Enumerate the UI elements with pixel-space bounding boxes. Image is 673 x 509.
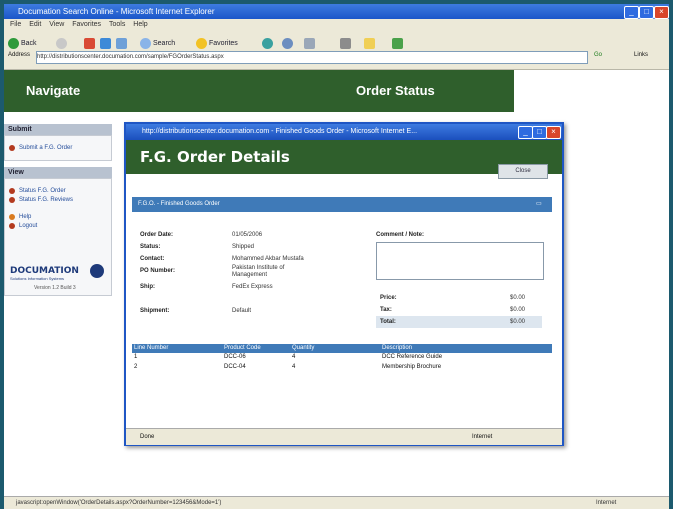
popup-heading: F.G. Order Details	[140, 148, 290, 166]
logout-icon	[9, 223, 15, 229]
documation-logo: DOCUMATION Solutions Information Systems…	[10, 264, 106, 292]
folder-icon	[364, 37, 375, 49]
search-icon	[140, 37, 151, 49]
field-label-status: Status:	[140, 244, 161, 250]
column-header-line: Line Number	[134, 345, 169, 351]
media-icon	[262, 37, 273, 49]
menu-favorites[interactable]: Favorites	[72, 21, 101, 28]
column-header-product: Product Code	[224, 345, 261, 351]
section-header: F.G.O. - Finished Goods Order ▭	[132, 197, 552, 212]
bullet-icon	[9, 145, 15, 151]
popup-title: http://distributionscenter.documation.co…	[142, 128, 418, 135]
sidebar-item-status-reviews[interactable]: Status F.G. Reviews	[5, 196, 111, 205]
browser-title-bar: Documation Search Online - Microsoft Int…	[4, 4, 669, 19]
help-icon	[9, 214, 15, 220]
sidebar-item-help[interactable]: Help	[5, 213, 111, 222]
bullet-icon	[9, 197, 15, 203]
stop-icon	[84, 37, 95, 49]
go-button[interactable]: Go	[594, 52, 602, 58]
items-table-header: Line Number Product Code Quantity Descri…	[132, 344, 552, 353]
popup-status-done: Done	[140, 434, 155, 440]
close-button[interactable]: Close	[498, 164, 548, 179]
comments-label: Comment / Note:	[376, 232, 424, 238]
status-text: javascript:openWindow('OrderDetails.aspx…	[16, 500, 222, 506]
star-icon	[196, 37, 207, 49]
field-value-shipment: Default	[232, 308, 252, 314]
messenger-icon	[392, 37, 403, 49]
table-row: 1 DCC-06 4 DCC Reference Guide	[134, 354, 443, 360]
table-row: 2 DCC-04 4 Membership Brochure	[134, 364, 442, 370]
field-value-order-date: 01/05/2006	[232, 232, 263, 238]
page-banner: Navigate Order Status	[4, 70, 514, 112]
forward-arrow-icon	[56, 37, 67, 49]
sidebar-view-header: View	[4, 167, 112, 178]
menu-view[interactable]: View	[49, 21, 64, 28]
nav-title: Navigate	[26, 83, 81, 98]
totals-box: Price: $0.00 Tax: $0.00 Total: $0.00	[376, 292, 542, 330]
maximize-button[interactable]: □	[639, 6, 654, 19]
logo-subtitle: Solutions Information Systems	[10, 276, 65, 281]
links-button[interactable]: Links	[634, 52, 648, 58]
sidebar-submit-header: Submit	[4, 124, 112, 135]
printer-icon	[340, 37, 351, 49]
mail-icon	[304, 37, 315, 49]
browser-title: Documation Search Online - Microsoft Int…	[18, 7, 215, 16]
menu-tools[interactable]: Tools	[109, 21, 125, 28]
total-row-tax: Tax: $0.00	[380, 307, 526, 313]
column-header-quantity: Quantity	[292, 345, 315, 351]
sidebar-item-submit-order[interactable]: Submit a F.G. Order	[5, 144, 111, 153]
menu-file[interactable]: File	[10, 21, 21, 28]
address-input[interactable]: http://distributionscenter.documation.co…	[36, 51, 588, 64]
back-arrow-icon	[8, 37, 19, 49]
popup-maximize-button[interactable]: □	[532, 126, 547, 139]
close-window-button[interactable]: ×	[654, 6, 669, 19]
field-value-status: Shipped	[232, 244, 255, 250]
field-value-po-number: Pakistan Institute of Management	[232, 265, 285, 278]
menu-bar: File Edit View Favorites Tools Help	[4, 19, 669, 31]
status-zone: Internet	[596, 500, 617, 506]
menu-help[interactable]: Help	[133, 21, 147, 28]
page-title: Order Status	[356, 83, 435, 98]
popup-status-bar: Done Internet	[126, 428, 562, 445]
sidebar-item-status-order[interactable]: Status F.G. Order	[5, 187, 111, 196]
field-label-ship: Ship:	[140, 284, 155, 290]
refresh-icon	[100, 37, 111, 49]
section-title: F.G.O. - Finished Goods Order	[138, 201, 220, 207]
total-row-price: Price: $0.00	[380, 295, 526, 301]
field-value-ship: FedEx Express	[232, 284, 273, 290]
column-header-description: Description	[382, 345, 413, 351]
total-row-total: Total: $0.00	[376, 316, 542, 328]
browser-status-bar: javascript:openWindow('OrderDetails.aspx…	[4, 496, 669, 509]
field-label-order-date: Order Date:	[140, 232, 174, 238]
browser-window: Documation Search Online - Microsoft Int…	[4, 4, 669, 509]
browser-toolbar: Back Search Favorites Address http://dis…	[4, 31, 669, 70]
field-value-contact: Mohammed Akbar Mustafa	[232, 256, 304, 262]
popup-status-zone: Internet	[472, 434, 493, 440]
sidebar-item-logout[interactable]: Logout	[5, 222, 111, 231]
history-icon	[282, 37, 293, 49]
popup-header: F.G. Order Details	[126, 140, 562, 174]
bullet-icon	[9, 188, 15, 194]
field-label-contact: Contact:	[140, 256, 165, 262]
field-label-po-number: PO Number:	[140, 268, 176, 274]
popup-minimize-button[interactable]: _	[518, 126, 533, 139]
comments-textarea[interactable]	[376, 242, 544, 280]
field-label-shipment: Shipment:	[140, 308, 170, 314]
order-details-popup: http://distributionscenter.documation.co…	[124, 122, 564, 446]
popup-title-bar: http://distributionscenter.documation.co…	[126, 124, 562, 140]
address-bar: Address http://distributionscenter.docum…	[4, 49, 669, 66]
minimize-button[interactable]: _	[624, 6, 639, 19]
collapse-icon[interactable]: ▭	[536, 197, 542, 212]
address-label: Address	[8, 52, 31, 58]
popup-close-window-button[interactable]: ×	[546, 126, 561, 139]
order-fields: Order Date: 01/05/2006 Status: Shipped C…	[140, 232, 370, 342]
version-label: Version 1.2 Build 3	[34, 285, 76, 291]
home-icon	[116, 37, 127, 49]
sidebar-submit-box: Submit a F.G. Order	[4, 135, 112, 161]
logo-globe-icon	[90, 264, 104, 278]
menu-edit[interactable]: Edit	[29, 21, 41, 28]
